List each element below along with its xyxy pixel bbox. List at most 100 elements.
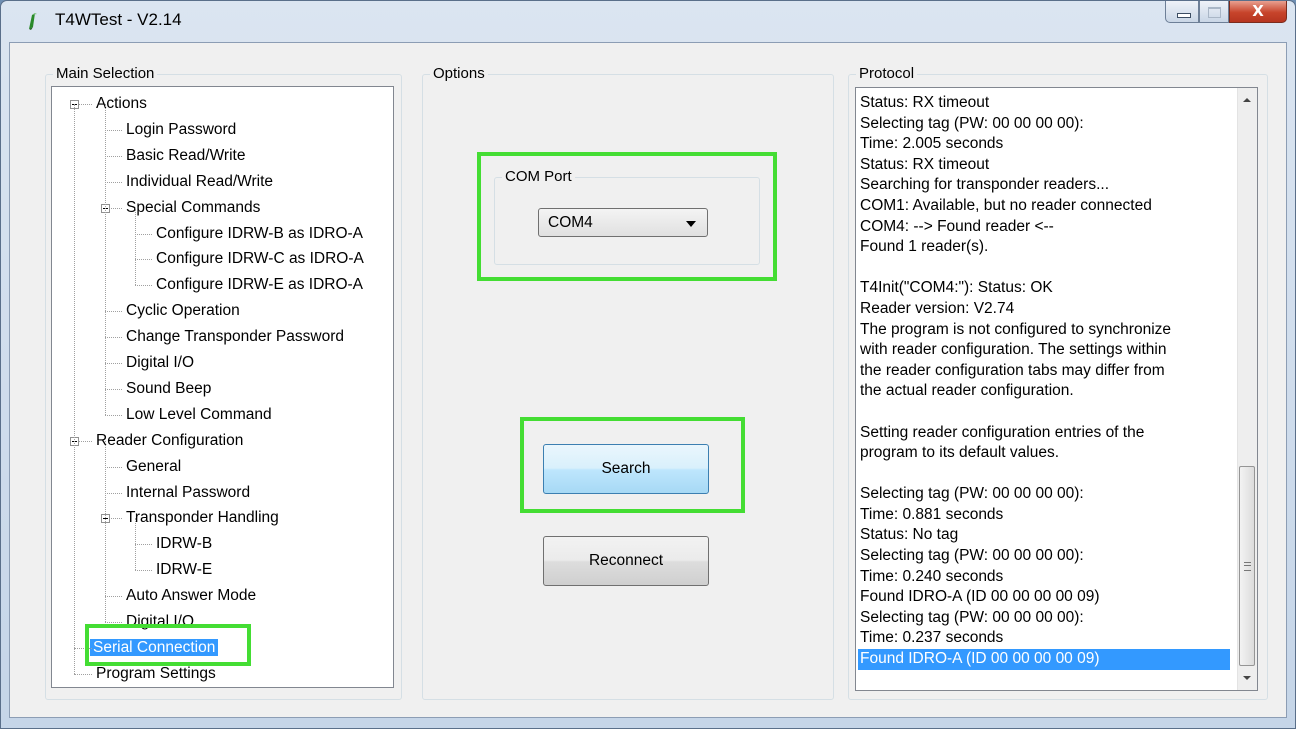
protocol-line: Time: 0.240 seconds bbox=[860, 567, 1004, 585]
tree-connector bbox=[105, 388, 122, 390]
reconnect-button[interactable]: Reconnect bbox=[543, 536, 709, 586]
tree-item[interactable]: Configure IDRW-B as IDRO-A bbox=[156, 222, 363, 246]
protocol-line: Selecting tag (PW: 00 00 00 00): bbox=[860, 114, 1084, 132]
tree-connector bbox=[74, 104, 75, 674]
protocol-scrollbar[interactable] bbox=[1237, 88, 1257, 690]
com-port-value: COM4 bbox=[548, 214, 593, 231]
close-button[interactable]: X bbox=[1229, 1, 1287, 23]
tree-item[interactable]: Auto Answer Mode bbox=[126, 584, 256, 608]
tree-item[interactable]: Program Settings bbox=[96, 662, 216, 686]
search-button[interactable]: Search bbox=[543, 444, 709, 494]
tree-item[interactable]: IDRW-B bbox=[156, 532, 212, 556]
tree-item-label: Sound Beep bbox=[126, 379, 212, 397]
protocol-line: Time: 2.005 seconds bbox=[860, 135, 1004, 153]
title-bar[interactable]: T4WTest - V2.14 X bbox=[1, 1, 1295, 41]
protocol-line: Selecting tag (PW: 00 00 00 00): bbox=[860, 485, 1084, 503]
tree-item[interactable]: IDRW-E bbox=[156, 558, 212, 582]
minimize-button[interactable] bbox=[1165, 1, 1199, 23]
close-icon: X bbox=[1252, 2, 1264, 20]
tree-connector bbox=[135, 570, 152, 572]
protocol-line: COM4: --> Found reader <-- bbox=[860, 217, 1054, 235]
tree-item[interactable]: Cyclic Operation bbox=[126, 299, 240, 323]
main-selection-tree[interactable]: Actions Login Password Basic Read/Write Ind… bbox=[51, 86, 394, 688]
protocol-line: Time: 0.237 seconds bbox=[860, 629, 1004, 647]
tree-item[interactable]: Actions bbox=[96, 92, 147, 116]
protocol-line: the actual reader configuration. bbox=[860, 382, 1074, 400]
tree-item[interactable]: Configure IDRW-C as IDRO-A bbox=[156, 247, 364, 271]
tree-connector bbox=[105, 129, 122, 131]
tree-connector bbox=[105, 440, 106, 622]
maximize-button[interactable] bbox=[1199, 1, 1229, 23]
tree-item[interactable]: Transponder Handling bbox=[126, 506, 279, 530]
tree-item-label: General bbox=[126, 457, 182, 475]
protocol-line: The program is not configured to synchro… bbox=[860, 320, 1172, 338]
tree-item-label: Digital I/O bbox=[126, 354, 195, 371]
protocol-legend: Protocol bbox=[856, 65, 918, 83]
tree-connector bbox=[105, 492, 122, 494]
tree-item-label: Change Transponder Password bbox=[126, 328, 344, 346]
protocol-line bbox=[860, 464, 1235, 485]
tree-item-label: IDRW-B bbox=[156, 535, 213, 553]
tree-connector bbox=[135, 544, 152, 546]
protocol-line: Time: 0.881 seconds bbox=[860, 505, 1004, 523]
tree-item[interactable]: Configure IDRW-E as IDRO-A bbox=[156, 273, 363, 297]
tree-item[interactable]: Special Commands bbox=[126, 196, 260, 220]
tree-item[interactable]: Internal Password bbox=[126, 481, 250, 505]
protocol-line: Status: RX timeout bbox=[860, 155, 990, 173]
main-selection-legend: Main Selection bbox=[53, 65, 158, 83]
tree-connector bbox=[105, 622, 122, 623]
tree-item[interactable]: Login Password bbox=[126, 118, 236, 142]
scroll-up-arrow-icon[interactable] bbox=[1238, 91, 1256, 109]
tree-item[interactable]: Basic Read/Write bbox=[126, 144, 245, 168]
tree-item[interactable]: Reader Configuration bbox=[96, 429, 243, 453]
tree-item-label: Login Password bbox=[126, 120, 237, 138]
tree-item-label: Configure IDRW-B as IDRO-A bbox=[156, 224, 364, 242]
com-port-legend: COM Port bbox=[502, 168, 575, 186]
tree-connector bbox=[105, 311, 122, 313]
tree-item[interactable]: Digital I/O bbox=[126, 351, 194, 375]
tree-connector bbox=[135, 518, 136, 571]
window-title: T4WTest - V2.14 bbox=[55, 10, 182, 29]
tree-item-label: Digital I/O bbox=[126, 613, 195, 630]
tree-connector bbox=[135, 259, 152, 261]
protocol-line: Searching for transponder readers... bbox=[860, 176, 1109, 194]
tree-item[interactable]: Sound Beep bbox=[126, 377, 211, 401]
tree-connector bbox=[105, 104, 106, 415]
tree-connector bbox=[105, 596, 122, 598]
protocol-line: T4Init("COM4:"): Status: OK bbox=[860, 279, 1053, 297]
options-group: Options bbox=[422, 65, 834, 700]
tree-item[interactable]: General bbox=[126, 455, 181, 479]
protocol-line: Reader version: V2.74 bbox=[860, 299, 1015, 317]
com-port-select[interactable]: COM4 bbox=[538, 208, 708, 237]
tree-connector bbox=[105, 414, 122, 416]
protocol-line bbox=[860, 258, 1235, 279]
protocol-line: program to its default values. bbox=[860, 444, 1060, 462]
protocol-log[interactable]: Status: RX timeout Selecting tag (PW: 00 … bbox=[855, 87, 1258, 691]
tree-item[interactable]: Individual Read/Write bbox=[126, 170, 273, 194]
tree-connector bbox=[74, 647, 92, 649]
grip-icon bbox=[1244, 562, 1251, 571]
tree-item-label: Program Settings bbox=[96, 664, 216, 682]
chevron-down-icon bbox=[686, 221, 696, 227]
tree-item[interactable]: Serial Connection bbox=[90, 636, 219, 660]
protocol-line bbox=[860, 402, 1235, 423]
tree-connector bbox=[105, 337, 122, 339]
tree-item-label: Cyclic Operation bbox=[126, 302, 240, 320]
protocol-line: COM1: Available, but no reader connected bbox=[860, 196, 1152, 214]
tree-connector bbox=[74, 673, 92, 675]
caption-buttons: X bbox=[1165, 1, 1287, 27]
tree-item[interactable]: Digital I/O bbox=[126, 610, 194, 634]
protocol-line: Found IDRO-A (ID 00 00 00 00 09) bbox=[860, 588, 1100, 606]
tree-item-label: Reader Configuration bbox=[96, 431, 244, 449]
protocol-line: Found 1 reader(s). bbox=[860, 238, 989, 256]
tree-item[interactable]: Low Level Command bbox=[126, 403, 272, 427]
protocol-line: Status: No tag bbox=[860, 526, 959, 544]
scroll-thumb[interactable] bbox=[1239, 466, 1255, 666]
tree-item[interactable]: Change Transponder Password bbox=[126, 325, 344, 349]
tree-connector bbox=[105, 155, 122, 157]
protocol-line: the reader configuration tabs may differ… bbox=[860, 361, 1165, 379]
scroll-down-arrow-icon[interactable] bbox=[1238, 669, 1256, 687]
tree-connector bbox=[105, 466, 122, 468]
protocol-line: Selecting tag (PW: 00 00 00 00): bbox=[860, 608, 1084, 626]
tree-item-label: Basic Read/Write bbox=[126, 146, 246, 164]
